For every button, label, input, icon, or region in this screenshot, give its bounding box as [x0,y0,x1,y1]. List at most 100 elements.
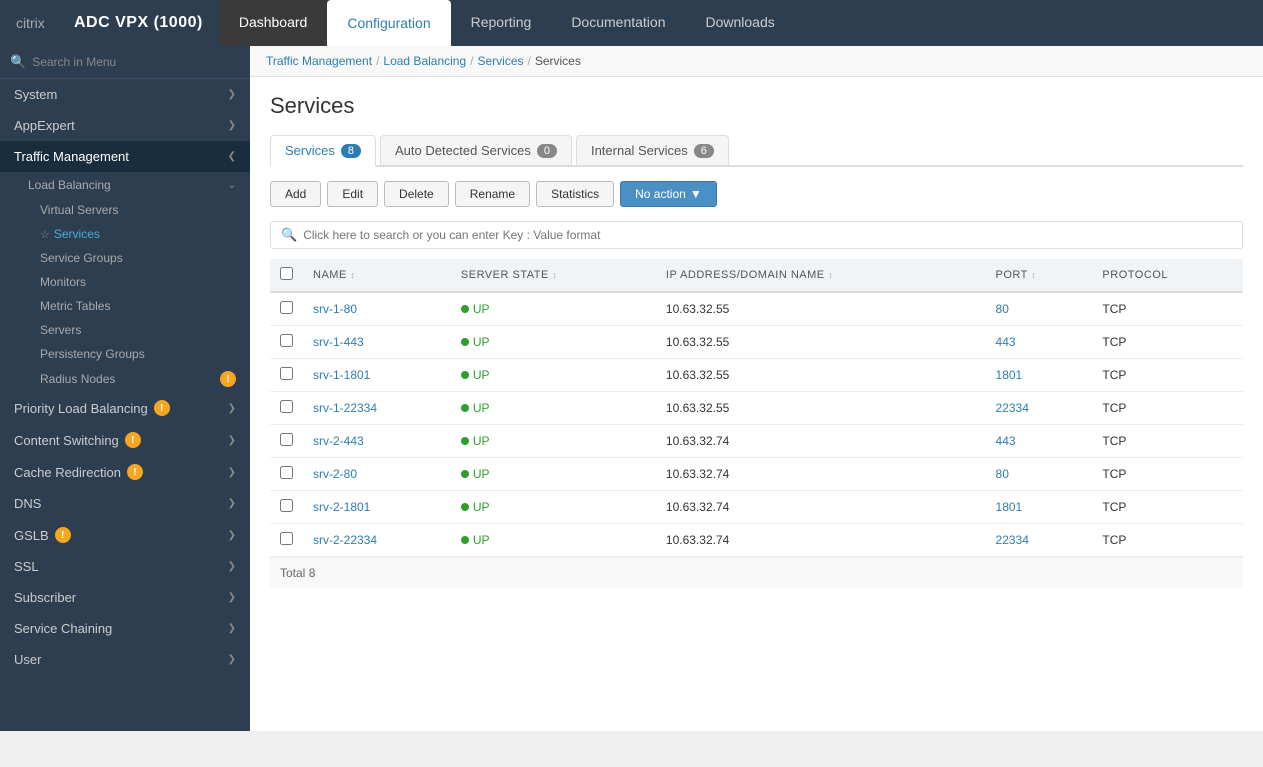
sort-icon[interactable]: ↕ [552,270,557,280]
sidebar-item-label: Priority Load Balancing [14,401,148,416]
sidebar-item-label: Cache Redirection [14,465,121,480]
sidebar-item-priority-lb[interactable]: Priority Load Balancing ! ❯ [0,392,250,424]
tab-configuration[interactable]: Configuration [327,0,450,46]
sidebar-item-traffic-management[interactable]: Traffic Management ❮ [0,141,250,172]
row-checkbox[interactable] [280,367,293,380]
row-checkbox[interactable] [280,334,293,347]
chevron-right-icon: ❯ [228,530,236,541]
sidebar-item-label: Service Groups [40,251,123,265]
sidebar-item-monitors[interactable]: Monitors [0,270,250,294]
sidebar-item-service-groups[interactable]: Service Groups [0,246,250,270]
row-protocol: TCP [1092,292,1243,326]
action-bar: Add Edit Delete Rename Statistics No act… [270,181,1243,207]
breadcrumb-load-balancing[interactable]: Load Balancing [383,54,466,68]
row-checkbox[interactable] [280,466,293,479]
row-checkbox-cell[interactable] [270,392,303,425]
sidebar-item-system[interactable]: System ❯ [0,79,250,110]
sidebar-item-label: Service Chaining [14,621,112,636]
tab-dashboard[interactable]: Dashboard [219,0,328,46]
delete-button[interactable]: Delete [384,181,449,207]
chevron-right-icon: ❯ [228,498,236,509]
table-search-input[interactable] [303,228,703,242]
rename-button[interactable]: Rename [455,181,530,207]
top-header: citrix ADC VPX (1000) Dashboard Configur… [0,0,1263,46]
row-checkbox[interactable] [280,433,293,446]
tab-internal-label: Internal Services [591,143,688,158]
sidebar-search-container[interactable]: 🔍 [0,46,250,79]
sidebar-item-services[interactable]: ☆ Services [0,222,250,246]
search-input[interactable] [32,55,240,69]
sidebar-item-content-switching[interactable]: Content Switching ! ❯ [0,424,250,456]
col-port: PORT ↕ [986,259,1093,292]
select-all-header[interactable] [270,259,303,292]
row-name: srv-2-1801 [303,491,451,524]
sidebar-item-gslb[interactable]: GSLB ! ❯ [0,519,250,551]
tab-services[interactable]: Services 8 [270,135,376,167]
sidebar-item-persistency-groups[interactable]: Persistency Groups [0,342,250,366]
sidebar-item-appexpert[interactable]: AppExpert ❯ [0,110,250,141]
statistics-button[interactable]: Statistics [536,181,614,207]
warning-icon: ! [125,432,141,448]
sidebar-item-user[interactable]: User ❯ [0,644,250,675]
sidebar-item-ssl[interactable]: SSL ❯ [0,551,250,582]
sidebar-item-load-balancing[interactable]: Load Balancing ⌄ [0,172,250,198]
sidebar-item-dns[interactable]: DNS ❯ [0,488,250,519]
table-row: srv-1-80 UP 10.63.32.55 80 TCP [270,292,1243,326]
sidebar-item-label: Persistency Groups [40,347,145,361]
sidebar-item-subscriber[interactable]: Subscriber ❯ [0,582,250,613]
sidebar-item-servers[interactable]: Servers [0,318,250,342]
col-protocol: PROTOCOL [1092,259,1243,292]
row-ip: 10.63.32.74 [656,491,986,524]
row-state: UP [451,359,656,392]
sidebar-item-metric-tables[interactable]: Metric Tables [0,294,250,318]
row-checkbox-cell[interactable] [270,425,303,458]
sidebar-item-label: DNS [14,496,41,511]
sidebar-item-service-chaining[interactable]: Service Chaining ❯ [0,613,250,644]
table-row: srv-2-1801 UP 10.63.32.74 1801 TCP [270,491,1243,524]
search-bar[interactable]: 🔍 [270,221,1243,249]
row-port: 22334 [986,524,1093,557]
tab-reporting[interactable]: Reporting [451,0,552,46]
breadcrumb-services-link[interactable]: Services [477,54,523,68]
top-nav: Dashboard Configuration Reporting Docume… [219,0,795,46]
content-area: Traffic Management / Load Balancing / Se… [250,46,1263,731]
row-checkbox[interactable] [280,532,293,545]
tab-internal[interactable]: Internal Services 6 [576,135,729,165]
sort-icon[interactable]: ↕ [828,270,833,280]
sidebar-item-virtual-servers[interactable]: Virtual Servers [0,198,250,222]
tab-documentation[interactable]: Documentation [551,0,685,46]
page-content: Services Services 8 Auto Detected Servic… [250,77,1263,604]
row-protocol: TCP [1092,359,1243,392]
sidebar-item-label: Radius Nodes [40,372,115,386]
row-state: UP [451,425,656,458]
sidebar-item-radius-nodes[interactable]: Radius Nodes ! [0,366,250,392]
tab-downloads[interactable]: Downloads [685,0,794,46]
row-checkbox-cell[interactable] [270,359,303,392]
row-checkbox[interactable] [280,301,293,314]
row-state: UP [451,524,656,557]
sidebar-item-label: AppExpert [14,118,75,133]
no-action-label: No action [635,187,686,201]
row-checkbox-cell[interactable] [270,292,303,326]
row-checkbox-cell[interactable] [270,524,303,557]
no-action-button[interactable]: No action ▼ [620,181,717,207]
row-checkbox-cell[interactable] [270,458,303,491]
select-all-checkbox[interactable] [280,267,293,280]
sort-icon[interactable]: ↕ [350,270,355,280]
row-ip: 10.63.32.55 [656,326,986,359]
tab-auto-detected[interactable]: Auto Detected Services 0 [380,135,572,165]
table-row: srv-2-443 UP 10.63.32.74 443 TCP [270,425,1243,458]
tab-internal-badge: 6 [694,144,714,158]
sidebar-item-cache-redirection[interactable]: Cache Redirection ! ❯ [0,456,250,488]
add-button[interactable]: Add [270,181,321,207]
row-checkbox-cell[interactable] [270,326,303,359]
edit-button[interactable]: Edit [327,181,378,207]
row-checkbox[interactable] [280,400,293,413]
main-layout: 🔍 System ❯ AppExpert ❯ Traffic Managemen… [0,46,1263,731]
row-checkbox-cell[interactable] [270,491,303,524]
page-title: Services [270,93,1243,119]
sort-icon[interactable]: ↕ [1031,270,1036,280]
row-checkbox[interactable] [280,499,293,512]
app-title: ADC VPX (1000) [74,14,203,32]
breadcrumb-traffic-management[interactable]: Traffic Management [266,54,372,68]
